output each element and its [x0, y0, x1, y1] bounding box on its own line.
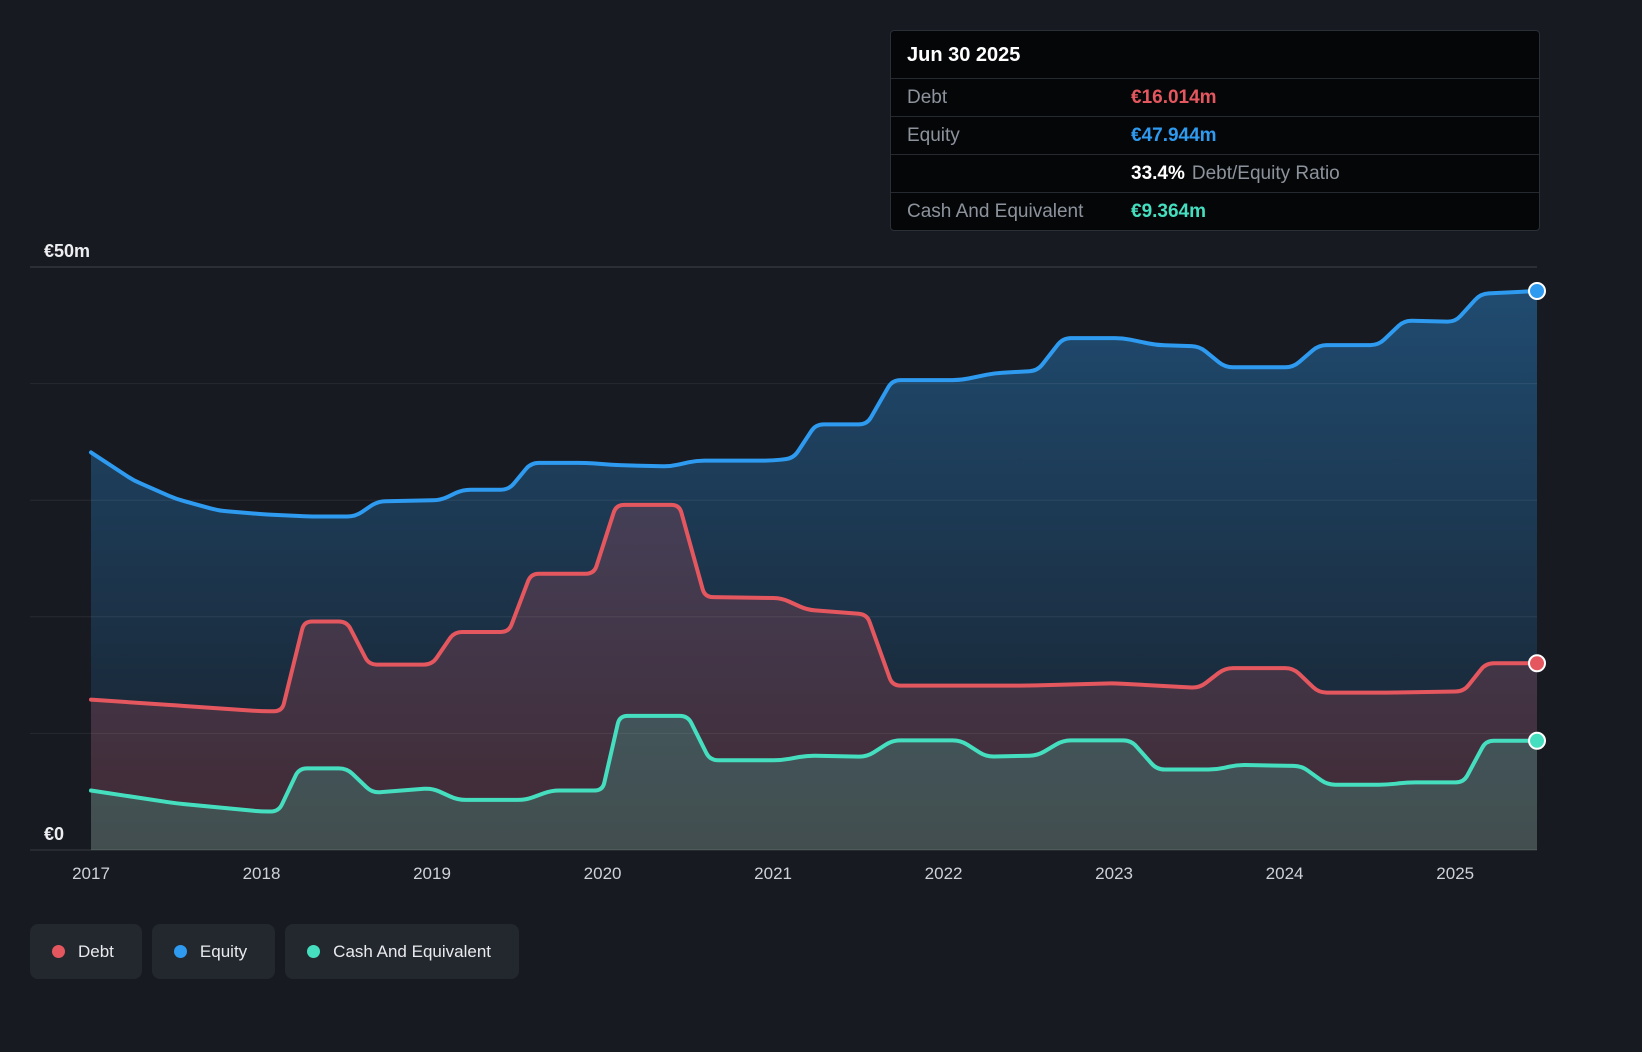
- x-axis-label-2018: 2018: [243, 864, 281, 883]
- cash-legend-dot-icon: [307, 945, 321, 958]
- chart-legend: Debt Equity Cash And Equivalent: [30, 924, 520, 979]
- tooltip-debt-value: €16.014m: [1131, 87, 1217, 108]
- x-axis-label-2020: 2020: [584, 864, 622, 883]
- legend-cash-label: Cash And Equivalent: [333, 941, 492, 961]
- tooltip-equity-label: Equity: [907, 125, 960, 146]
- tooltip-cash-value: €9.364m: [1131, 201, 1207, 222]
- tooltip-ratio-value: 33.4%: [1131, 163, 1185, 184]
- x-axis-label-2021: 2021: [754, 864, 792, 883]
- tooltip-ratio: 33.4% Debt/Equity Ratio: [1131, 162, 1523, 185]
- equity-legend-dot-icon: [173, 945, 187, 958]
- chart-tooltip: Jun 30 2025 Debt €16.014m Equity €47.944…: [890, 30, 1540, 231]
- y-axis-label-0: €0: [44, 824, 64, 844]
- x-axis-label-2024: 2024: [1266, 864, 1304, 883]
- legend-item-debt[interactable]: Debt: [30, 924, 142, 979]
- legend-item-cash[interactable]: Cash And Equivalent: [285, 924, 520, 979]
- x-axis-label-2023: 2023: [1095, 864, 1133, 883]
- y-axis-label-50: €50m: [44, 241, 90, 261]
- tooltip-row-debt: Debt €16.014m: [891, 78, 1539, 116]
- tooltip-equity-value: €47.944m: [1131, 125, 1217, 146]
- legend-debt-label: Debt: [78, 941, 114, 961]
- tooltip-cash-label: Cash And Equivalent: [907, 201, 1084, 222]
- tooltip-row-equity: Equity €47.944m: [891, 116, 1539, 154]
- x-axis-label-2025: 2025: [1436, 864, 1474, 883]
- x-axis-label-2019: 2019: [413, 864, 451, 883]
- x-axis-label-2022: 2022: [925, 864, 963, 883]
- cash-endpoint-marker: [1528, 731, 1546, 750]
- debt-equity-history-page: €50m €0 2017 2018 2019 2020 2021 2022 2023 2024 20…: [0, 0, 1642, 1052]
- debt-legend-dot-icon: [52, 945, 65, 958]
- x-axis-label-2017: 2017: [72, 864, 110, 883]
- equity-endpoint-marker: [1528, 282, 1546, 300]
- tooltip-date: Jun 30 2025: [907, 44, 1021, 66]
- tooltip-ratio-label: Debt/Equity Ratio: [1191, 163, 1340, 184]
- debt-endpoint-marker: [1528, 654, 1546, 673]
- tooltip-row-cash: Cash And Equivalent €9.364m: [891, 192, 1539, 230]
- tooltip-debt-label: Debt: [907, 87, 948, 108]
- tooltip-row-ratio: 33.4% Debt/Equity Ratio: [891, 154, 1539, 192]
- legend-equity-label: Equity: [199, 941, 248, 961]
- legend-item-equity[interactable]: Equity: [151, 924, 276, 979]
